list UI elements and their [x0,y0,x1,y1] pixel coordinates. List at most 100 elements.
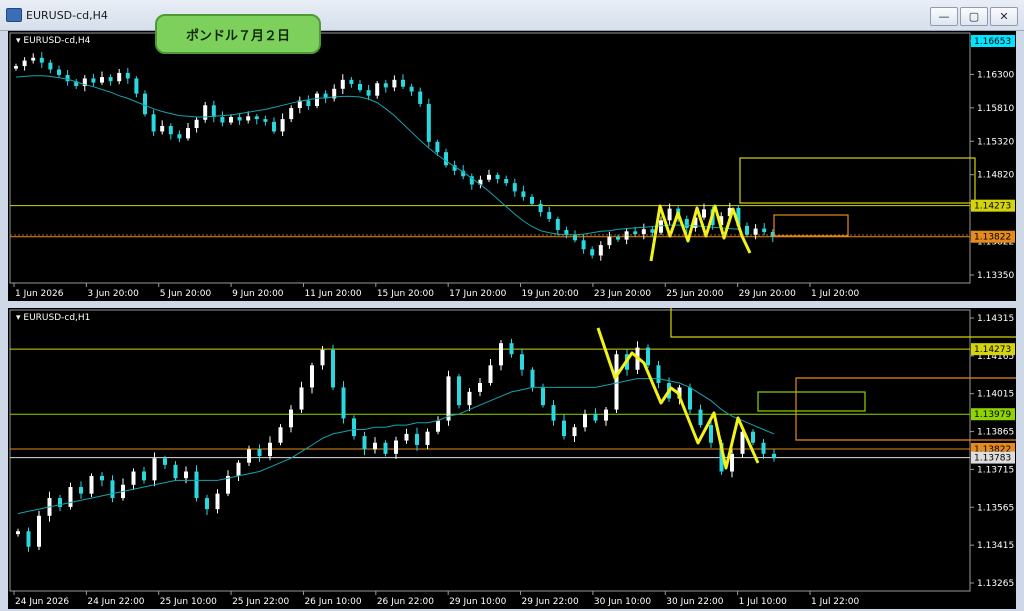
y-tick-label: 1.14820 [977,171,1014,181]
candle-body [641,229,646,235]
x-tick-label: 24 Jun 2026 [15,597,69,607]
current-price-label: 1.16653 [974,37,1011,47]
candle-body [58,498,62,507]
y-tick-label: 1.13565 [977,503,1014,513]
candle-body [745,225,749,235]
candle-body [650,229,655,233]
candle-body [709,425,713,443]
y-tick-label: 1.14315 [977,314,1014,324]
candle-body [656,365,661,384]
green-box-annotation [757,391,866,412]
x-tick-label: 1 Jul 22:00 [811,597,860,607]
y-tick-label: 1.13415 [977,541,1014,551]
candle-body [520,354,524,370]
candle-body [702,209,706,218]
x-tick-label: 9 Jun 20:00 [232,289,284,299]
candle-body [495,174,500,180]
level-price-label: 1.13783 [974,454,1011,464]
candle-body [555,218,560,230]
candle-body [79,487,83,494]
candle-body [22,60,27,67]
candle-body [409,86,414,92]
candle-body [16,531,20,535]
candle-body [444,152,448,166]
candle-body [205,498,209,510]
candle-body [352,418,356,437]
candle-body [383,83,388,88]
candle-body [684,218,689,228]
candle-body [211,105,216,118]
candle-body [100,77,104,83]
candle-body [236,462,241,476]
candle-body [14,66,18,69]
candle-body [68,487,73,507]
candle-body [538,203,543,213]
candle-body [562,420,566,437]
candle-body [48,62,53,70]
candle-body [280,119,285,132]
candle-body [91,78,96,83]
candle-body [762,228,767,233]
y-tick-label: 1.13350 [977,271,1014,281]
x-tick-label: 19 Jun 20:00 [522,289,579,299]
symbol-label: ▾ EURUSD-cd,H4 [16,36,91,46]
candle-body [633,231,638,235]
candle-body [593,413,598,421]
candle-body [237,117,242,121]
candle-body [246,116,251,121]
candle-body [512,183,517,192]
candle-body [446,376,451,421]
candle-body [306,100,311,107]
candle-body [173,464,178,479]
candle-body [358,83,362,91]
candle-body [487,174,491,180]
candle-body [547,212,552,219]
maximize-button[interactable]: ▢ [960,7,988,26]
candle-body [659,220,663,233]
candle-body [667,208,672,221]
x-tick-label: 29 Jun 20:00 [739,289,796,299]
level-price-label: 1.14273 [974,345,1011,355]
candle-body [289,108,294,120]
candle-body [220,117,225,123]
candle-body [646,347,650,366]
y-tick-label: 1.14015 [977,390,1014,400]
date-badge: ポンドル７月２日 [155,14,321,54]
moving-average-line [15,75,739,236]
candle-body [89,475,94,494]
x-tick-label: 1 Jun 2026 [15,289,64,299]
x-tick-label: 29 Jun 22:00 [522,597,579,607]
close-button[interactable]: ✕ [990,7,1018,26]
candle-body [383,442,388,454]
candle-body [751,431,755,443]
x-tick-label: 17 Jun 20:00 [449,289,506,299]
minimize-button[interactable]: — [930,7,958,26]
candle-body [184,471,188,479]
h1-chart-canvas[interactable]: ▾ EURUSD-cd,H1 1.143151.141651.140151.138… [8,308,1016,609]
x-tick-label: 30 Jun 22:00 [666,597,723,607]
candle-body [320,349,325,366]
candle-body [541,387,545,406]
candle-body [583,413,587,428]
h4-chart[interactable]: ▾ EURUSD-cd,H4 1.16653 1.16300 1.15810 1.153… [8,31,1016,301]
candle-body [100,475,104,481]
candle-body [572,427,577,437]
candle-body [160,125,165,132]
candle-body [467,391,472,406]
candle-body [152,458,157,481]
h1-chart[interactable]: ▾ EURUSD-cd,H1 1.14315 1.14165 1.14015 1.138… [8,308,1016,609]
candle-body [340,79,345,89]
candle-body [131,471,136,485]
h4-chart-canvas[interactable]: ▾ EURUSD-cd,H4 1.16653 1.16300 1.15810 1.153… [8,31,1016,301]
candle-body [194,119,199,129]
candle-body [349,79,354,84]
candle-body [39,57,44,63]
candle-body [435,141,440,153]
x-tick-label: 1 Jul 10:00 [739,597,788,607]
x-tick-label: 25 Jun 10:00 [160,597,217,607]
y-tick-label: 1.13715 [977,465,1014,475]
candle-body [331,349,335,388]
y-tick-label: 1.13865 [977,428,1014,438]
plot-frame [9,309,971,592]
candle-body [151,114,156,132]
